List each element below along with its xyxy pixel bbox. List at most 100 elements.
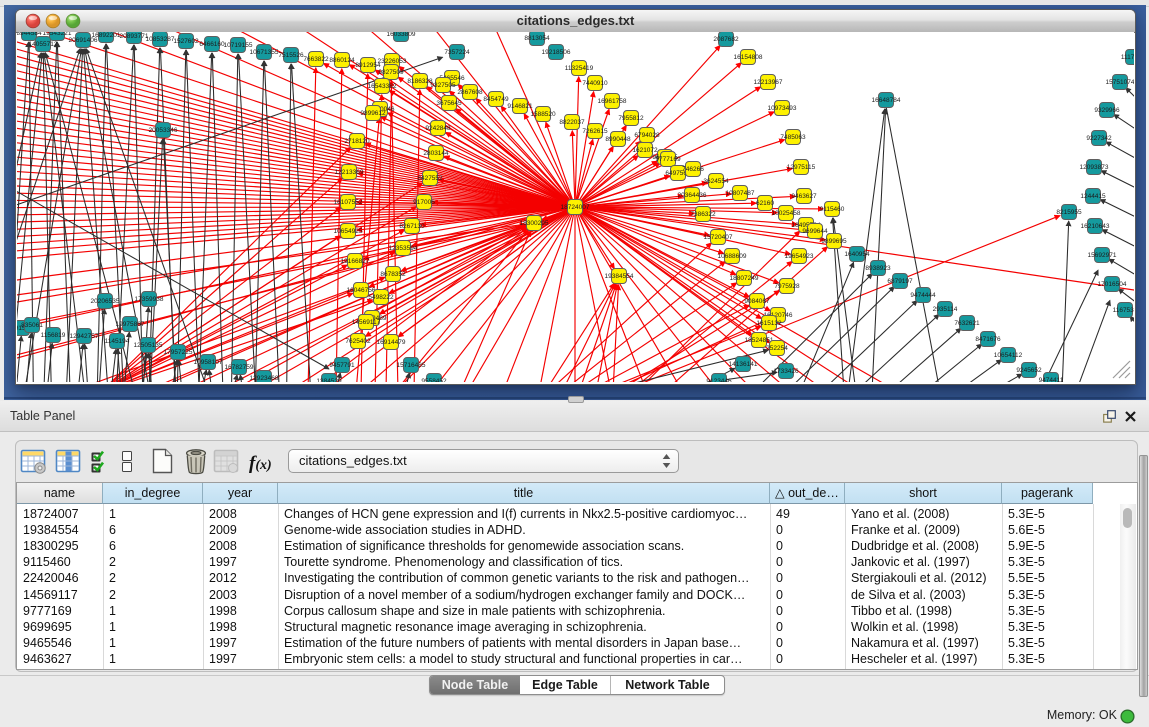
svg-text:20053346: 20053346 [149, 127, 178, 134]
svg-text:8454749: 8454749 [483, 96, 509, 103]
svg-text:16033809: 16033809 [387, 32, 416, 38]
svg-text:9827509: 9827509 [378, 69, 404, 76]
svg-text:2935114: 2935114 [933, 306, 958, 313]
svg-text:19218506: 19218506 [542, 49, 571, 56]
svg-text:1588520: 1588520 [530, 111, 556, 118]
svg-text:62160: 62160 [756, 200, 774, 207]
svg-text:1733426: 1733426 [773, 368, 799, 375]
svg-text:17016504: 17016504 [1098, 281, 1127, 288]
svg-text:12213369: 12213369 [335, 169, 364, 176]
svg-text:1167534: 1167534 [1113, 307, 1134, 314]
svg-text:8267130: 8267130 [399, 223, 425, 230]
svg-text:9474411: 9474411 [1039, 377, 1064, 382]
svg-text:8678352: 8678352 [380, 271, 406, 278]
svg-text:12923468: 12923468 [250, 375, 279, 382]
svg-text:9899695: 9899695 [821, 238, 847, 245]
svg-text:7262615: 7262615 [582, 128, 608, 135]
svg-text:18807249: 18807249 [730, 275, 759, 282]
svg-text:9558452: 9558452 [421, 378, 447, 382]
svg-text:8813054: 8813054 [524, 35, 550, 42]
svg-text:917006: 917006 [413, 199, 435, 206]
svg-text:9242848: 9242848 [425, 125, 451, 132]
svg-text:5498222: 5498222 [368, 294, 394, 301]
svg-text:14569117: 14569117 [352, 319, 381, 326]
svg-text:16543382: 16543382 [368, 83, 397, 90]
svg-text:1145194: 1145194 [105, 338, 130, 345]
svg-text:6879197: 6879197 [887, 278, 913, 285]
svg-text:9777169: 9777169 [655, 156, 681, 163]
svg-text:16210643: 16210643 [1081, 223, 1110, 230]
svg-text:7485063: 7485063 [780, 134, 806, 141]
svg-text:746266: 746266 [682, 166, 704, 173]
svg-text:10719155: 10719155 [224, 42, 253, 49]
svg-text:12505135: 12505135 [134, 342, 163, 349]
svg-text:7515526: 7515526 [278, 52, 304, 59]
svg-text:1156819: 1156819 [41, 332, 66, 339]
svg-text:14136141: 14136141 [729, 361, 758, 368]
svg-text:2087682: 2087682 [713, 36, 739, 43]
svg-text:10958107: 10958107 [194, 359, 223, 366]
svg-text:10654925: 10654925 [334, 228, 363, 235]
svg-text:2867608: 2867608 [457, 89, 483, 96]
svg-text:10025458: 10025458 [772, 210, 801, 217]
svg-text:10973493: 10973493 [768, 105, 797, 112]
svg-text:7440910: 7440910 [582, 80, 608, 87]
svg-text:18300295: 18300295 [520, 220, 549, 227]
svg-text:8938923: 8938923 [865, 265, 891, 272]
svg-text:9463627: 9463627 [791, 193, 817, 200]
svg-text:10688609: 10688609 [718, 253, 747, 260]
svg-text:9457791: 9457791 [329, 362, 355, 369]
svg-text:14055712: 14055712 [29, 41, 58, 48]
svg-text:16892201: 16892201 [92, 32, 121, 39]
svg-text:2803144: 2803144 [423, 150, 449, 157]
svg-text:16107552: 16107552 [334, 199, 363, 206]
svg-text:10853287: 10853287 [146, 36, 175, 43]
svg-text:7955812: 7955812 [618, 115, 644, 122]
svg-text:835061: 835061 [21, 322, 43, 329]
svg-text:8990448: 8990448 [605, 136, 631, 143]
svg-text:9327505: 9327505 [430, 82, 456, 89]
svg-text:19384554: 19384554 [605, 273, 634, 280]
svg-text:7663822: 7663822 [303, 56, 329, 63]
svg-text:9227342: 9227342 [1086, 135, 1112, 142]
svg-text:16648784: 16648784 [872, 97, 901, 104]
svg-text:7357224: 7357224 [444, 49, 470, 56]
svg-text:9899612: 9899612 [360, 110, 386, 117]
svg-text:1640954: 1640954 [844, 251, 870, 258]
svg-text:1615132: 1615132 [756, 320, 782, 327]
svg-text:19975867: 19975867 [116, 321, 145, 328]
svg-text:7625402: 7625402 [345, 338, 371, 345]
svg-text:10671355: 10671355 [250, 49, 279, 56]
svg-text:9146821: 9146821 [507, 103, 533, 110]
svg-text:1117345: 1117345 [1121, 54, 1134, 61]
svg-text:9115460: 9115460 [820, 206, 845, 213]
svg-text:16154808: 16154808 [734, 54, 763, 61]
svg-text:12942757: 12942757 [70, 333, 99, 340]
svg-text:8427552: 8427552 [417, 175, 443, 182]
svg-text:1244415: 1244415 [1080, 193, 1106, 200]
svg-text:19166827: 19166827 [341, 258, 370, 265]
svg-text:1384529: 1384529 [316, 378, 342, 382]
svg-text:16782759: 16782759 [225, 364, 254, 371]
svg-text:15751074: 15751074 [1106, 79, 1134, 86]
svg-text:12353594: 12353594 [389, 245, 418, 252]
svg-text:19654923: 19654923 [785, 253, 814, 260]
svg-text:2718120: 2718120 [344, 138, 370, 145]
svg-text:9474444: 9474444 [910, 292, 936, 299]
svg-text:6466160: 6466160 [199, 41, 225, 48]
svg-text:10807487: 10807487 [726, 190, 755, 197]
svg-text:15716485: 15716485 [397, 362, 426, 369]
svg-text:7386322: 7386322 [690, 211, 716, 218]
svg-text:9699644: 9699644 [802, 228, 828, 235]
svg-text:16961758: 16961758 [598, 98, 627, 105]
svg-text:252254: 252254 [766, 345, 788, 352]
svg-text:9123446: 9123446 [706, 378, 732, 382]
svg-text:6794028: 6794028 [634, 132, 660, 139]
svg-text:8822037: 8822037 [559, 119, 585, 126]
svg-text:9329966: 9329966 [1094, 107, 1120, 114]
svg-text:15720407: 15720407 [704, 234, 733, 241]
svg-text:16046756: 16046756 [347, 287, 376, 294]
svg-text:17359938: 17359938 [135, 296, 164, 303]
svg-text:3675645: 3675645 [436, 100, 462, 107]
svg-text:7975928: 7975928 [774, 283, 800, 290]
